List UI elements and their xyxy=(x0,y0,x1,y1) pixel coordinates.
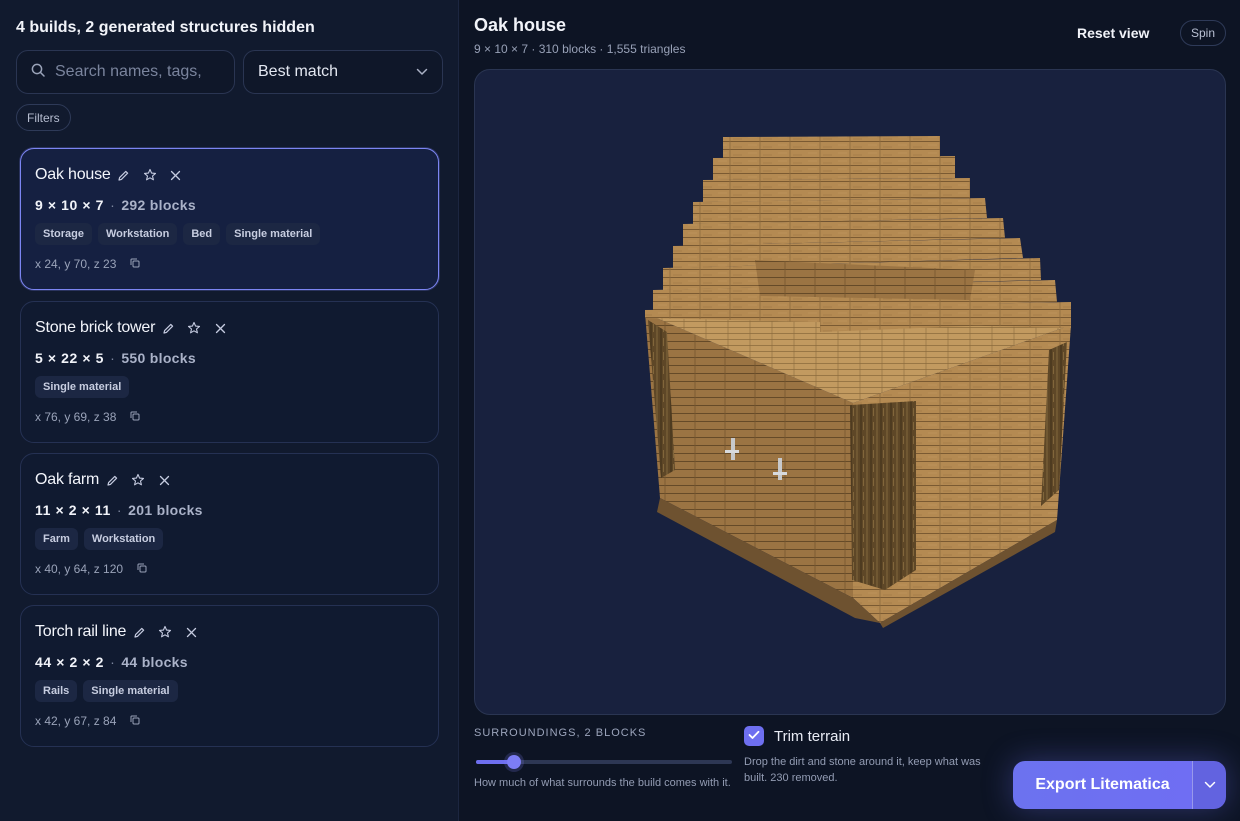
build-tag: Farm xyxy=(35,528,78,550)
build-name: Stone brick tower xyxy=(35,319,156,336)
build-coords: x 40, y 64, z 120 xyxy=(35,562,147,576)
pencil-icon[interactable] xyxy=(111,169,137,182)
build-tag: Single material xyxy=(83,680,178,702)
spin-toggle[interactable]: Spin xyxy=(1180,20,1226,46)
build-size: 5 × 22 × 5 xyxy=(35,350,105,366)
build-block-count: 292 blocks xyxy=(121,197,196,213)
build-block-count: 550 blocks xyxy=(121,350,196,366)
build-tag: Workstation xyxy=(97,223,178,245)
pencil-icon[interactable] xyxy=(155,322,181,335)
build-name: Torch rail line xyxy=(35,623,127,640)
build-card[interactable]: Oak house 9 × 10 × 7 · 292 blocks Storage Wor… xyxy=(20,148,439,290)
build-tag: Single material xyxy=(226,223,321,245)
viewer-title: Oak house xyxy=(474,15,567,35)
trim-checkbox[interactable] xyxy=(744,726,764,746)
build-dimensions: 11 × 2 × 11 · 201 blocks xyxy=(35,502,203,518)
surroundings-slider[interactable] xyxy=(476,754,732,770)
build-tag: Single material xyxy=(35,376,130,398)
copy-icon[interactable] xyxy=(130,410,140,424)
search-input[interactable] xyxy=(55,63,205,81)
close-icon[interactable] xyxy=(207,323,233,334)
trim-label: Trim terrain xyxy=(774,727,851,745)
surroundings-help: How much of what surrounds the build com… xyxy=(474,777,731,789)
build-card[interactable]: Stone brick tower 5 × 22 × 5 · 550 blocks Si… xyxy=(20,301,439,443)
build-name: Oak farm xyxy=(35,471,100,488)
trim-help: Drop the dirt and stone around it, keep … xyxy=(744,756,981,784)
build-block-count: 44 blocks xyxy=(121,654,188,670)
pencil-icon[interactable] xyxy=(126,626,152,639)
close-icon[interactable] xyxy=(163,170,189,181)
build-tags: Storage Workstation Bed Single material xyxy=(35,223,321,245)
pencil-icon[interactable] xyxy=(99,474,125,487)
sort-value: Best match xyxy=(258,63,339,80)
house-render xyxy=(645,136,1071,628)
build-tags: Farm Workstation xyxy=(35,528,164,550)
search-box[interactable] xyxy=(16,50,235,94)
copy-icon[interactable] xyxy=(130,257,140,271)
build-coords: x 42, y 67, z 84 xyxy=(35,714,140,728)
build-tags: Single material xyxy=(35,376,130,398)
build-dimensions: 9 × 10 × 7 · 292 blocks xyxy=(35,197,196,213)
build-name: Oak house xyxy=(35,166,111,183)
build-tag: Bed xyxy=(183,223,221,245)
roof-steps xyxy=(645,136,1071,332)
build-coords-text: x 42, y 67, z 84 xyxy=(35,714,117,728)
copy-icon[interactable] xyxy=(130,714,140,728)
reset-view-button[interactable]: Reset view xyxy=(1077,25,1149,41)
close-icon[interactable] xyxy=(178,627,204,638)
build-coords-text: x 40, y 64, z 120 xyxy=(35,562,124,576)
sort-select[interactable]: Best match xyxy=(243,50,443,94)
export-litematica-button[interactable]: Export Litematica xyxy=(1013,761,1192,809)
surroundings-label: SURROUNDINGS, 2 BLOCKS xyxy=(474,727,647,739)
corner-log-front xyxy=(850,401,916,590)
star-icon[interactable] xyxy=(125,473,151,487)
build-card[interactable]: Torch rail line 44 × 2 × 2 · 44 blocks Rails… xyxy=(20,605,439,747)
star-icon[interactable] xyxy=(181,321,207,335)
build-dimensions: 44 × 2 × 2 · 44 blocks xyxy=(35,654,188,670)
build-tag: Rails xyxy=(35,680,78,702)
build-size: 9 × 10 × 7 xyxy=(35,197,105,213)
build-size: 44 × 2 × 2 xyxy=(35,654,105,670)
build-coords-text: x 24, y 70, z 23 xyxy=(35,257,117,271)
build-tags: Rails Single material xyxy=(35,680,178,702)
check-icon xyxy=(748,727,760,745)
build-coords-text: x 76, y 69, z 38 xyxy=(35,410,117,424)
export-control: Export Litematica xyxy=(1013,761,1226,809)
builds-sidebar: 4 builds, 2 generated structures hidden … xyxy=(0,0,459,821)
3d-viewport[interactable] xyxy=(474,69,1226,715)
search-icon xyxy=(31,63,45,82)
builds-summary: 4 builds, 2 generated structures hidden xyxy=(16,19,315,36)
chevron-down-icon xyxy=(1204,776,1216,794)
build-dimensions: 5 × 22 × 5 · 550 blocks xyxy=(35,350,196,366)
trim-terrain-toggle[interactable]: Trim terrain xyxy=(744,726,850,746)
filters-button[interactable]: Filters xyxy=(16,104,71,131)
viewer-stats: 9 × 10 × 7 · 310 blocks · 1,555 triangle… xyxy=(474,42,686,56)
star-icon[interactable] xyxy=(137,168,163,182)
build-tag: Workstation xyxy=(83,528,164,550)
build-coords: x 76, y 69, z 38 xyxy=(35,410,140,424)
slider-thumb[interactable] xyxy=(507,755,522,769)
chevron-down-icon xyxy=(416,63,428,81)
build-size: 11 × 2 × 11 xyxy=(35,502,111,518)
build-block-count: 201 blocks xyxy=(128,502,203,518)
star-icon[interactable] xyxy=(152,625,178,639)
copy-icon[interactable] xyxy=(137,562,147,576)
build-tag: Storage xyxy=(35,223,92,245)
export-menu-button[interactable] xyxy=(1192,761,1226,809)
close-icon[interactable] xyxy=(151,475,177,486)
build-coords: x 24, y 70, z 23 xyxy=(35,257,140,271)
build-card[interactable]: Oak farm 11 × 2 × 11 · 201 blocks Farm Workst… xyxy=(20,453,439,595)
